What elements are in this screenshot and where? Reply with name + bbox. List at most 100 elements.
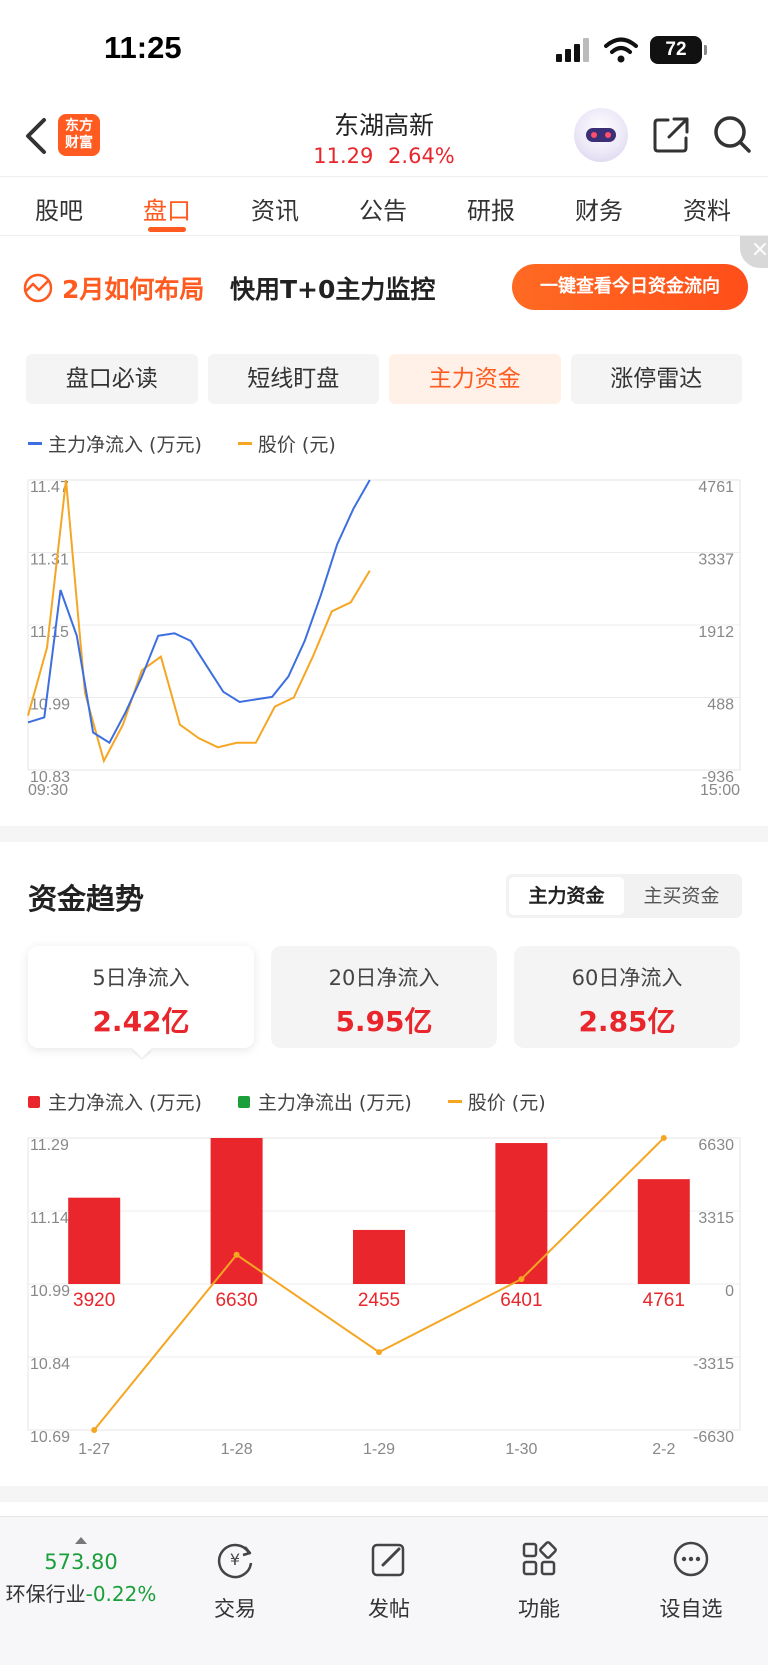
legend-net-inflow: 主力净流入 (万元) xyxy=(28,430,202,457)
stock-price: 11.29 xyxy=(313,144,374,168)
ai-assistant-icon[interactable] xyxy=(574,108,628,162)
bar-data-label: 3920 xyxy=(73,1290,115,1311)
section-divider xyxy=(0,1486,768,1502)
intraday-capital-chart: 11.47 476111.31 333711.15 191210.99 48810.83… xyxy=(27,479,741,799)
status-time: 11:25 xyxy=(104,30,182,65)
banner-title: 2月如何布局 xyxy=(62,275,205,304)
bar-data-label: 4761 xyxy=(643,1290,685,1311)
segment-limit-up-radar[interactable]: 涨停雷达 xyxy=(570,354,742,404)
price-point xyxy=(233,1251,240,1258)
status-bar: 11:25 72 xyxy=(0,0,768,100)
grid-icon xyxy=(522,1541,557,1576)
right-tick-label: 488 xyxy=(707,697,734,714)
tab-pankou[interactable]: 盘口 xyxy=(122,191,212,226)
promo-banner[interactable]: 2月如何布局 快用T+0主力监控 一键查看今日资金流向 × xyxy=(0,236,768,336)
svg-text:¥: ¥ xyxy=(230,1550,240,1569)
segment-main-capital[interactable]: 主力资金 xyxy=(389,354,561,404)
card-5day[interactable]: 5日净流入 2.42亿 xyxy=(28,946,254,1048)
signal-icon xyxy=(556,38,589,62)
left-tick-label: 11.31 xyxy=(30,552,69,569)
trade-icon: ¥ xyxy=(217,1543,253,1579)
right-tick-label: -3315 xyxy=(693,1356,734,1373)
left-tick-label: 10.69 xyxy=(30,1429,70,1446)
active-tab-indicator xyxy=(148,227,186,232)
left-tick-label: 10.99 xyxy=(30,697,70,714)
right-tick-label: 3337 xyxy=(698,552,734,569)
segment-pankou-must-read[interactable]: 盘口必读 xyxy=(26,354,198,404)
right-tick-label: -6630 xyxy=(693,1429,734,1446)
segment-control: 盘口必读 短线盯盘 主力资金 涨停雷达 xyxy=(26,354,742,404)
legend-inflow: 主力净流入 (万元) xyxy=(28,1088,202,1115)
tab-finance[interactable]: 财务 xyxy=(554,191,644,226)
banner-close-button[interactable]: × xyxy=(740,236,768,268)
tab-guba[interactable]: 股吧 xyxy=(14,191,104,226)
left-tick-label: 11.14 xyxy=(30,1210,69,1227)
tab-profile[interactable]: 资料 xyxy=(662,191,752,226)
tab-announcements[interactable]: 公告 xyxy=(338,191,428,226)
right-tick-label: 4761 xyxy=(698,479,734,496)
left-tick-label: 11.47 xyxy=(30,479,69,496)
card-pointer xyxy=(132,1048,152,1058)
banner-subtitle: 快用T+0主力监控 xyxy=(230,275,436,304)
card-20day[interactable]: 20日净流入 5.95亿 xyxy=(271,946,497,1048)
x-tick-label: 1-30 xyxy=(505,1441,537,1458)
price-point xyxy=(376,1349,382,1356)
wifi-icon xyxy=(604,37,638,63)
expand-caret-icon xyxy=(75,1537,87,1544)
status-icons: 72 xyxy=(556,36,707,64)
card-60day[interactable]: 60日净流入 2.85亿 xyxy=(514,946,740,1048)
functions-button[interactable]: 功能 xyxy=(494,1539,584,1623)
left-tick-label: 11.29 xyxy=(30,1137,69,1154)
right-tick-label: 0 xyxy=(725,1283,734,1300)
trade-button[interactable]: ¥ 交易 xyxy=(190,1539,280,1623)
toggle-main-buy[interactable]: 主买资金 xyxy=(624,877,739,915)
toggle-main-capital[interactable]: 主力资金 xyxy=(509,877,624,915)
more-icon xyxy=(673,1541,709,1577)
stock-change-pct: 2.64% xyxy=(388,144,455,168)
x-tick-label: 1-28 xyxy=(221,1441,253,1458)
price-point xyxy=(518,1276,525,1283)
sector-index-value: 573.80 xyxy=(44,1550,118,1574)
tab-bar: 股吧 盘口 资讯 公告 研报 财务 资料 xyxy=(0,176,768,236)
price-point xyxy=(660,1135,667,1141)
intraday-legend: 主力净流入 (万元) 股价 (元) xyxy=(28,430,372,457)
inflow-bar xyxy=(210,1138,263,1284)
x-end-label: 15:00 xyxy=(700,782,740,799)
right-tick-label: 6630 xyxy=(698,1137,734,1154)
tab-research[interactable]: 研报 xyxy=(446,191,536,226)
edit-icon xyxy=(371,1543,405,1577)
price-line xyxy=(27,479,371,764)
sector-index[interactable]: 573.80 环保行业-0.22% xyxy=(0,1537,162,1607)
section-divider xyxy=(0,826,768,842)
inflow-cards: 5日净流入 2.42亿 20日净流入 5.95亿 60日净流入 2.85亿 xyxy=(28,946,742,1050)
share-icon[interactable] xyxy=(652,116,690,154)
bottom-toolbar: 573.80 环保行业-0.22% ¥ 交易 发帖 功能 设自选 xyxy=(0,1516,768,1665)
left-tick-label: 10.84 xyxy=(30,1356,70,1373)
trend-legend: 主力净流入 (万元) 主力净流出 (万元) 股价 (元) xyxy=(28,1088,582,1115)
trend-title: 资金趋势 xyxy=(28,882,145,916)
add-watchlist-button[interactable]: 设自选 xyxy=(646,1539,736,1623)
bar-data-label: 2455 xyxy=(358,1290,400,1311)
post-button[interactable]: 发帖 xyxy=(344,1539,434,1623)
legend-price: 股价 (元) xyxy=(237,430,336,457)
legend-outflow: 主力净流出 (万元) xyxy=(237,1088,412,1115)
inflow-bar xyxy=(68,1197,121,1284)
x-tick-label: 1-29 xyxy=(363,1441,395,1458)
bar-data-label: 6630 xyxy=(215,1290,257,1311)
price-point xyxy=(91,1427,98,1433)
stock-header: 东方 财富 东湖高新 11.29 2.64% xyxy=(0,100,768,176)
inflow-bar xyxy=(495,1143,548,1284)
x-tick-label: 1-27 xyxy=(78,1441,110,1458)
trend-chart-icon xyxy=(23,273,53,303)
inflow-bar xyxy=(353,1229,405,1284)
x-tick-label: 2-2 xyxy=(652,1441,675,1458)
search-icon[interactable] xyxy=(712,114,752,154)
segment-short-term[interactable]: 短线盯盘 xyxy=(207,354,379,404)
left-tick-label: 10.99 xyxy=(30,1283,70,1300)
trend-toggle: 主力资金 主买资金 xyxy=(506,874,742,918)
battery-indicator: 72 xyxy=(650,36,707,64)
banner-cta-button[interactable]: 一键查看今日资金流向 xyxy=(512,264,748,310)
tab-news[interactable]: 资讯 xyxy=(230,191,320,226)
inflow-bar xyxy=(637,1179,690,1284)
bar-data-label: 6401 xyxy=(500,1290,542,1311)
